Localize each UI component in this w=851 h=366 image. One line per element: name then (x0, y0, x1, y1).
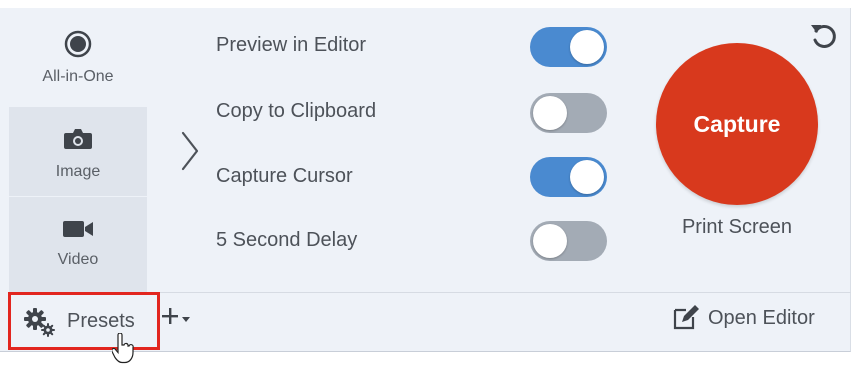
mode-label: All-in-One (42, 68, 114, 85)
toggle-knob (570, 160, 604, 194)
plus-icon (162, 308, 178, 324)
video-camera-icon (63, 221, 93, 237)
capture-hotkey: Print Screen (681, 216, 793, 238)
mode-label: Video (57, 251, 99, 268)
mode-label: Image (55, 163, 101, 180)
mode-video[interactable]: Video (9, 196, 147, 292)
option-label-5-second-delay: 5 Second Delay (216, 229, 358, 251)
mode-image[interactable]: Image (9, 106, 147, 196)
presets-label: Presets (67, 309, 135, 332)
capture-button[interactable]: Capture (656, 43, 818, 205)
chevron-right-icon[interactable] (180, 130, 200, 172)
footer-divider (147, 292, 851, 293)
toggle-knob (533, 96, 567, 130)
option-label-capture-cursor: Capture Cursor (216, 165, 353, 187)
toggle-copy-to-clipboard[interactable] (530, 93, 607, 133)
camera-icon (64, 129, 92, 149)
gear-icon (24, 308, 55, 337)
toggle-5-second-delay[interactable] (530, 221, 607, 261)
open-editor-label: Open Editor (708, 306, 815, 329)
toggle-knob (570, 30, 604, 64)
radio-record-icon (64, 30, 92, 58)
toggle-knob (533, 224, 567, 258)
option-label-copy-to-clipboard: Copy to Clipboard (216, 100, 377, 122)
capture-window: All-in-One Image Video Preview in Editor… (0, 0, 851, 352)
hand-cursor-icon (112, 333, 134, 364)
capture-button-label: Capture (693, 110, 781, 137)
open-editor-button[interactable]: Open Editor (672, 304, 815, 332)
add-preset-button[interactable] (160, 306, 191, 326)
option-label-preview-in-editor: Preview in Editor (216, 34, 367, 56)
caret-down-icon (182, 317, 190, 322)
reset-icon[interactable] (808, 20, 840, 52)
mode-all-in-one[interactable]: All-in-One (9, 8, 147, 106)
toggle-preview-in-editor[interactable] (530, 27, 607, 67)
toggle-capture-cursor[interactable] (530, 157, 607, 197)
window-top-edge (0, 0, 851, 8)
presets-button[interactable]: Presets (8, 292, 160, 350)
edit-icon (673, 305, 699, 330)
